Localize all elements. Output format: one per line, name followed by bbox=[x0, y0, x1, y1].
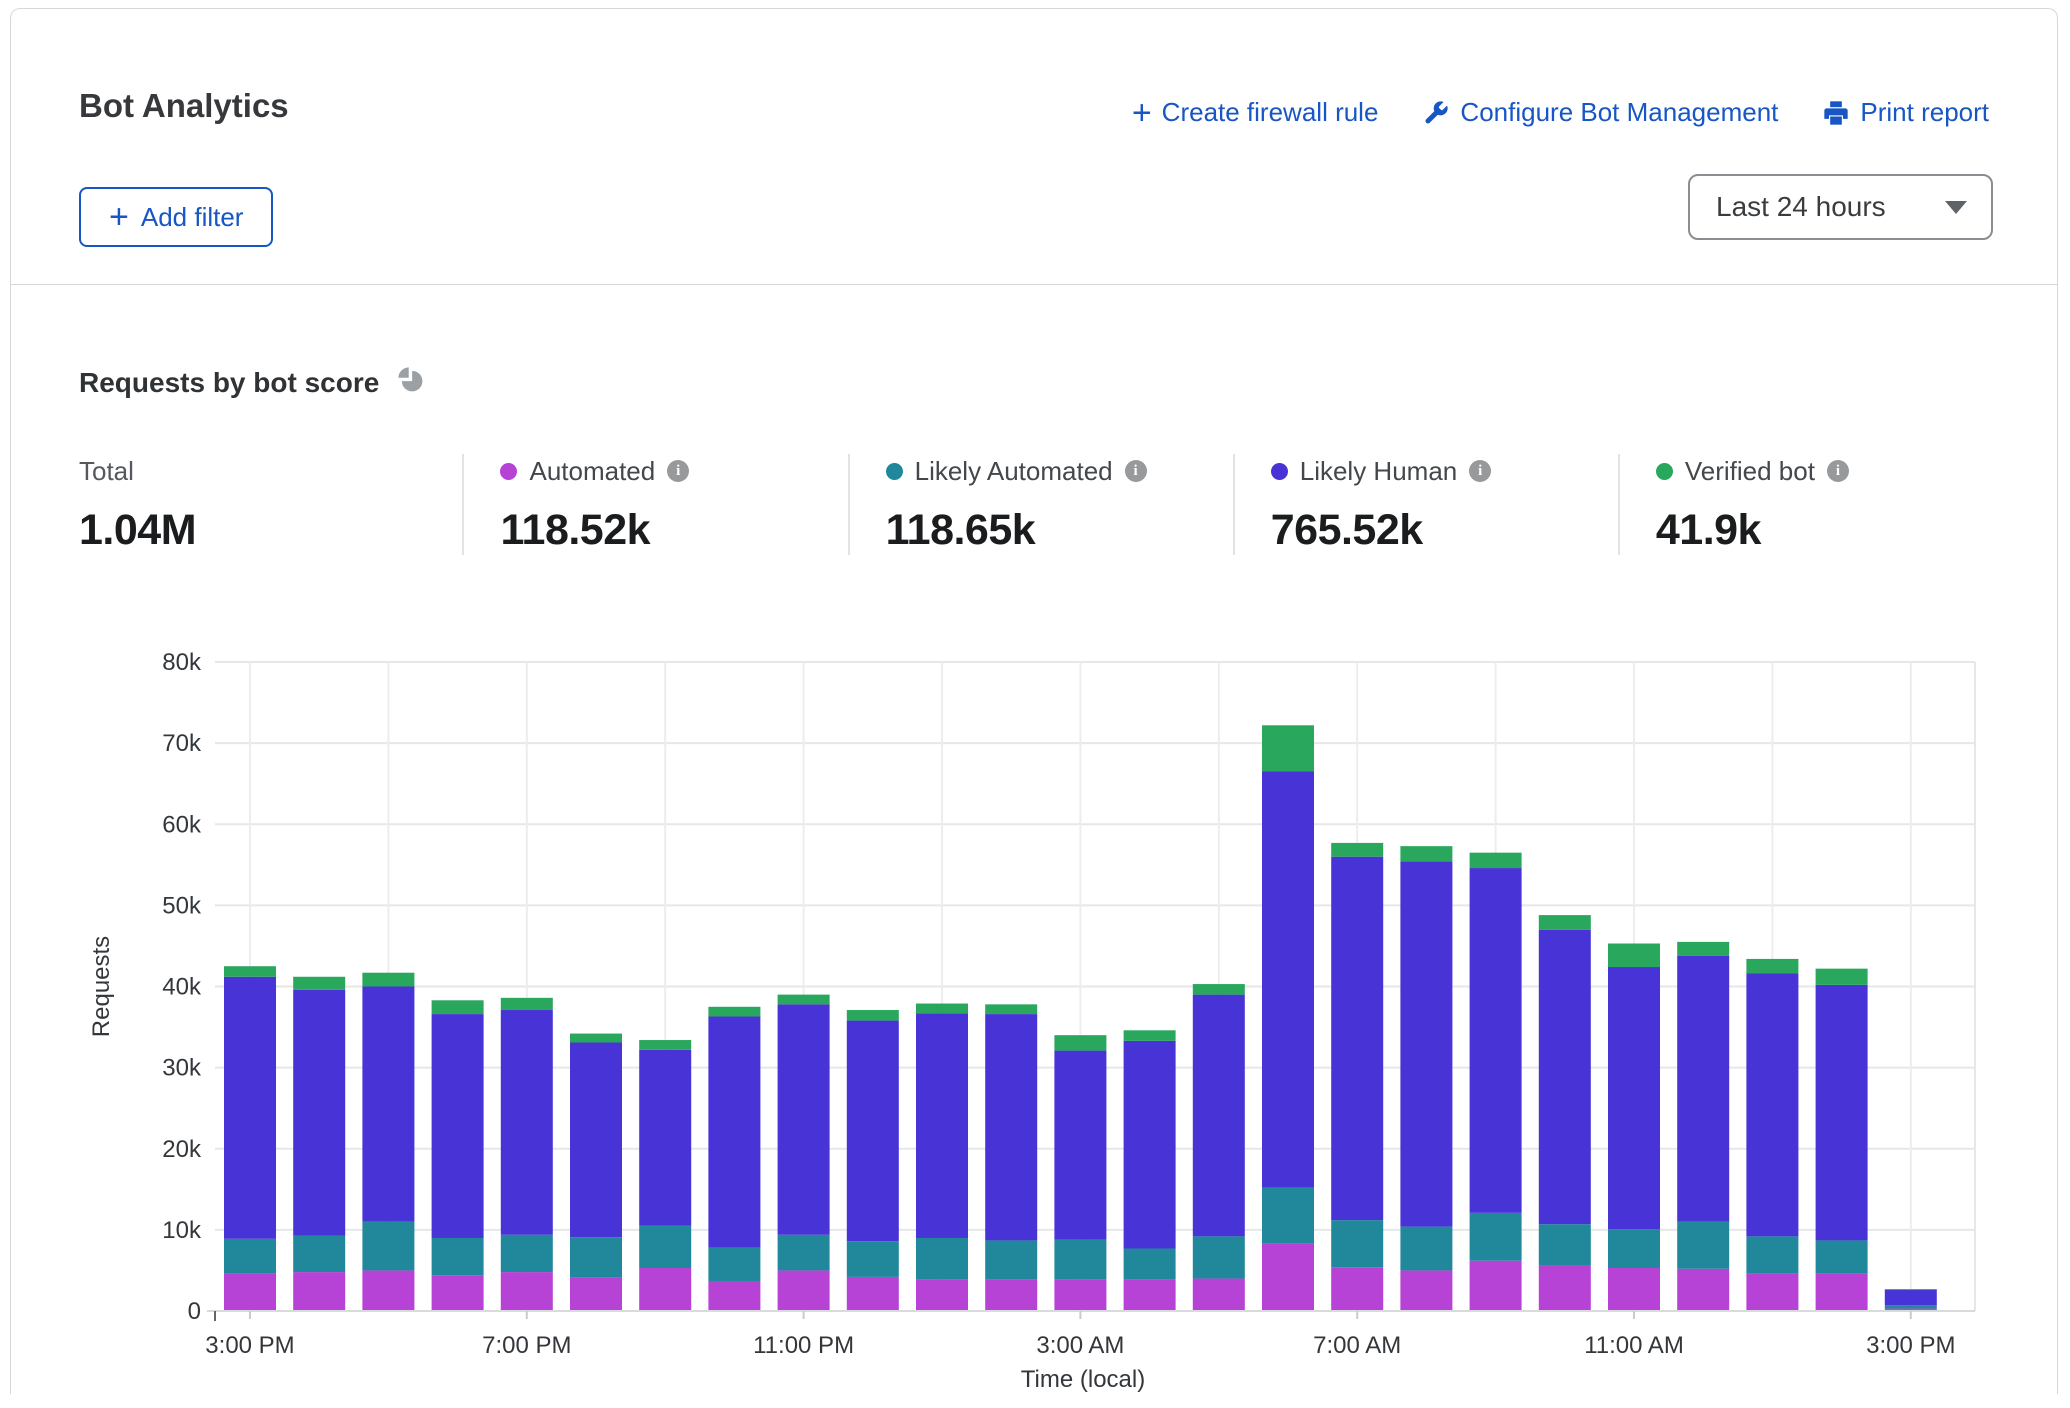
svg-text:80k: 80k bbox=[162, 649, 202, 676]
stat-total: Total 1.04M bbox=[79, 454, 462, 555]
svg-text:7:00 AM: 7:00 AM bbox=[1313, 1332, 1401, 1359]
stat-verified-bot-label: Verified bot bbox=[1685, 456, 1815, 487]
info-icon[interactable]: i bbox=[667, 460, 689, 482]
svg-text:3:00 PM: 3:00 PM bbox=[1866, 1332, 1955, 1359]
plus-icon: + bbox=[109, 204, 129, 230]
svg-text:11:00 PM: 11:00 PM bbox=[753, 1332, 854, 1359]
stat-likely-human[interactable]: Likely Human i 765.52k bbox=[1233, 454, 1618, 555]
bot-analytics-card: Bot Analytics + Create firewall rule Con… bbox=[10, 8, 2058, 1394]
chevron-down-icon bbox=[1945, 201, 1967, 214]
stat-verified-bot[interactable]: Verified bot i 41.9k bbox=[1618, 454, 2003, 555]
svg-text:3:00 PM: 3:00 PM bbox=[205, 1332, 294, 1359]
pie-chart-icon bbox=[395, 364, 427, 401]
time-range-value: Last 24 hours bbox=[1716, 191, 1886, 223]
info-icon[interactable]: i bbox=[1469, 460, 1491, 482]
stat-likely-human-value: 765.52k bbox=[1271, 506, 1598, 555]
section-title: Requests by bot score bbox=[79, 367, 379, 399]
page-title: Bot Analytics bbox=[79, 87, 289, 125]
plus-icon: + bbox=[1132, 100, 1152, 126]
create-firewall-rule-link[interactable]: + Create firewall rule bbox=[1132, 97, 1379, 128]
automated-legend-dot bbox=[500, 463, 517, 480]
stat-total-value: 1.04M bbox=[79, 506, 442, 555]
svg-text:30k: 30k bbox=[162, 1055, 202, 1082]
header-divider bbox=[11, 284, 2057, 285]
svg-text:50k: 50k bbox=[162, 892, 202, 919]
stat-likely-human-label: Likely Human bbox=[1300, 456, 1458, 487]
svg-text:3:00 AM: 3:00 AM bbox=[1036, 1332, 1124, 1359]
printer-icon bbox=[1822, 99, 1850, 127]
stat-automated-label: Automated bbox=[529, 456, 655, 487]
likely-automated-legend-dot bbox=[886, 463, 903, 480]
print-report-link[interactable]: Print report bbox=[1822, 97, 1989, 128]
add-filter-label: Add filter bbox=[141, 202, 244, 233]
stat-likely-automated-label: Likely Automated bbox=[915, 456, 1113, 487]
svg-text:11:00 AM: 11:00 AM bbox=[1584, 1332, 1684, 1359]
verified-bot-legend-dot bbox=[1656, 463, 1673, 480]
stat-likely-automated-value: 118.65k bbox=[886, 506, 1213, 555]
svg-text:10k: 10k bbox=[162, 1217, 202, 1244]
stat-verified-bot-value: 41.9k bbox=[1656, 506, 1983, 555]
svg-text:0: 0 bbox=[188, 1298, 201, 1325]
svg-text:70k: 70k bbox=[162, 730, 202, 757]
svg-text:60k: 60k bbox=[162, 811, 202, 838]
info-icon[interactable]: i bbox=[1125, 460, 1147, 482]
stat-automated[interactable]: Automated i 118.52k bbox=[462, 454, 847, 555]
svg-text:7:00 PM: 7:00 PM bbox=[482, 1332, 571, 1359]
create-firewall-rule-label: Create firewall rule bbox=[1162, 97, 1379, 128]
likely-human-legend-dot bbox=[1271, 463, 1288, 480]
stats-row: Total 1.04M Automated i 118.52k Likely A… bbox=[79, 454, 2003, 555]
requests-by-bot-score-chart[interactable]: 0 10k 20k 30k 40k 50k 60k 70k 80k 3:00 PM 7:00 PM 1… bbox=[11, 609, 2070, 1403]
info-icon[interactable]: i bbox=[1827, 460, 1849, 482]
stat-likely-automated[interactable]: Likely Automated i 118.65k bbox=[848, 454, 1233, 555]
configure-bot-management-label: Configure Bot Management bbox=[1460, 97, 1778, 128]
wrench-icon bbox=[1422, 99, 1450, 127]
svg-text:40k: 40k bbox=[162, 974, 202, 1001]
stat-total-label: Total bbox=[79, 456, 134, 487]
time-range-select[interactable]: Last 24 hours bbox=[1688, 174, 1993, 240]
print-report-label: Print report bbox=[1860, 97, 1989, 128]
svg-text:20k: 20k bbox=[162, 1136, 202, 1163]
configure-bot-management-link[interactable]: Configure Bot Management bbox=[1422, 97, 1778, 128]
header-actions: + Create firewall rule Configure Bot Man… bbox=[1132, 97, 1989, 128]
stat-automated-value: 118.52k bbox=[500, 506, 827, 555]
svg-text:Time (local): Time (local) bbox=[1021, 1366, 1145, 1393]
add-filter-button[interactable]: + Add filter bbox=[79, 187, 273, 247]
svg-text:Requests: Requests bbox=[88, 936, 115, 1037]
